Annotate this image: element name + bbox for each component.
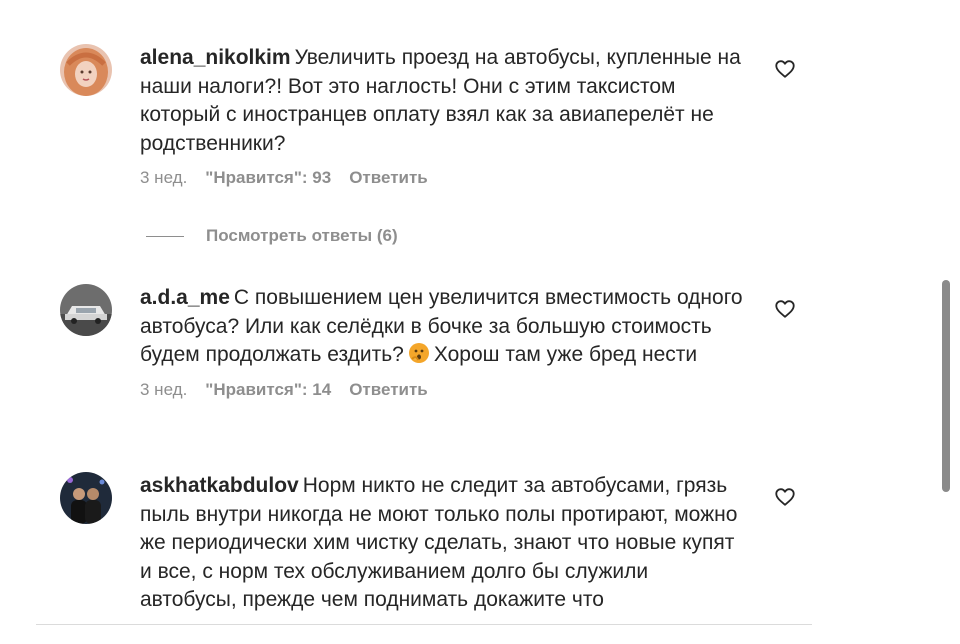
comment-meta: 3 нед. "Нравится": 93 Ответить <box>140 168 750 188</box>
view-replies-button[interactable]: Посмотреть ответы (6) <box>146 226 398 246</box>
scrollbar-thumb[interactable] <box>942 280 950 492</box>
comment-likes[interactable]: "Нравится": 14 <box>205 380 331 400</box>
comment-username[interactable]: alena_nikolkim <box>140 46 291 69</box>
reply-button[interactable]: Ответить <box>349 168 428 188</box>
view-replies-line <box>146 235 184 237</box>
comment-username[interactable]: askhatkabdulov <box>140 474 299 497</box>
divider <box>36 624 812 625</box>
comment-text-continued: Хорош там уже бред нести <box>433 343 698 366</box>
thinking-face-icon <box>408 342 430 364</box>
avatar[interactable] <box>60 284 112 336</box>
avatar[interactable] <box>60 472 112 524</box>
comment-time: 3 нед. <box>140 379 188 399</box>
comment-likes[interactable]: "Нравится": 93 <box>205 168 331 188</box>
avatar[interactable] <box>60 44 112 96</box>
comments-list: alena_nikolkim Увеличить проезд на автобу… <box>0 0 960 644</box>
comment-time: 3 нед. <box>140 168 188 187</box>
comment-text-block: askhatkabdulov Норм никто не следит за ав… <box>140 472 750 615</box>
heart-outline-icon[interactable] <box>774 298 796 320</box>
comment-body: askhatkabdulov Норм никто не следит за ав… <box>140 472 750 615</box>
comment-username[interactable]: a.d.a_me <box>140 286 230 309</box>
comment-text-block: alena_nikolkim Увеличить проезд на автобу… <box>140 44 750 158</box>
comment-text-block: a.d.a_me С повышением цен увеличится вмес… <box>140 284 750 370</box>
heart-outline-icon[interactable] <box>774 486 796 508</box>
comment-body: a.d.a_me С повышением цен увеличится вмес… <box>140 284 750 400</box>
reply-button[interactable]: Ответить <box>349 380 428 400</box>
comment-body: alena_nikolkim Увеличить проезд на автобу… <box>140 44 750 188</box>
heart-outline-icon[interactable] <box>774 58 796 80</box>
comment-meta: 3 нед. "Нравится": 14 Ответить <box>140 380 750 400</box>
view-replies-label: Посмотреть ответы (6) <box>206 226 398 245</box>
